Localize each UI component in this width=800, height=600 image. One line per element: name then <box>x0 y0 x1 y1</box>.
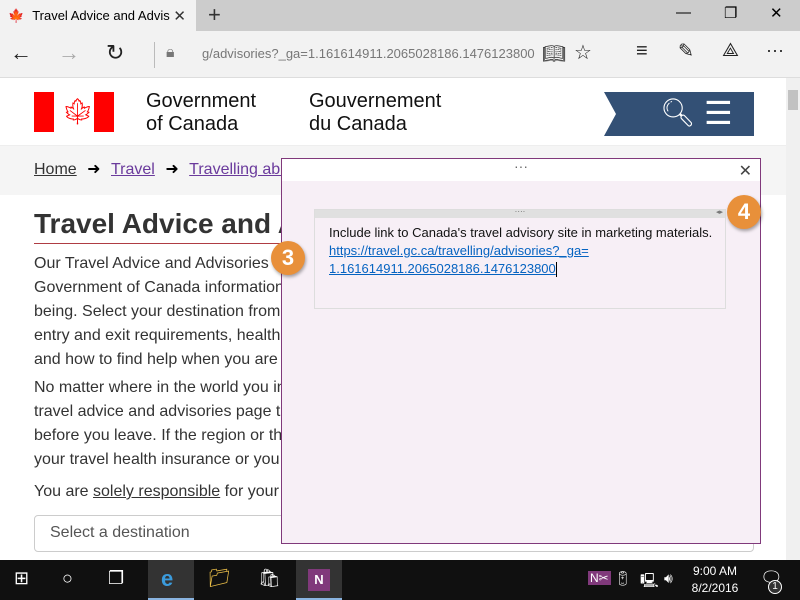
onenote-taskbar-button[interactable]: N <box>296 560 342 600</box>
web-note-panel: ··· ✕ ···· ◂▸ Include link to Canada's t… <box>281 158 761 544</box>
start-windows-icon[interactable]: ⊞ <box>14 568 29 589</box>
note-body-text: Include link to Canada's travel advisory… <box>329 225 713 240</box>
clock[interactable]: 9:00 AM 8/2/2016 <box>690 563 740 597</box>
share-icon[interactable]: ⟁ <box>722 40 739 62</box>
back-button[interactable]: ← <box>10 40 32 66</box>
restore-button[interactable]: ❐ <box>724 4 737 22</box>
lock-icon: 🔒︎ <box>166 44 175 61</box>
panel-drag-handle[interactable]: ··· <box>282 159 760 181</box>
favorite-star-icon[interactable]: ☆ <box>574 40 592 65</box>
reading-view-icon[interactable]: 📖︎ <box>542 42 566 66</box>
store-icon[interactable]: 🛍︎ <box>258 568 281 589</box>
web-note-icon[interactable]: ✎ <box>678 40 694 63</box>
paragraph-1: Our Travel Advice and Advisories Governme… <box>34 255 284 368</box>
browser-tab[interactable]: 🍁 Travel Advice and Advis ✕ <box>0 0 196 31</box>
maple-leaf-icon: 🍁 <box>8 7 25 23</box>
tab-bar: 🍁 Travel Advice and Advis ✕ + — ❐ ✕ <box>0 0 800 31</box>
resize-arrows-icon[interactable]: ◂▸ <box>716 208 723 216</box>
note-drag-handle[interactable]: ···· <box>315 208 725 218</box>
callout-3: 3 <box>271 241 305 275</box>
gov-en-line1: Government <box>146 90 257 112</box>
cortana-circle-icon[interactable]: ○ <box>62 568 73 589</box>
paragraph-3: You are solely responsible for your <box>34 483 279 500</box>
battery-icon[interactable]: 🔋︎ <box>614 570 632 587</box>
hub-icon[interactable]: ≡ <box>636 40 648 63</box>
edge-icon: e <box>161 566 174 591</box>
divider <box>154 42 155 68</box>
gov-fr-line2: du Canada <box>309 113 407 135</box>
gov-en-line2: of Canada <box>146 113 239 135</box>
note-container[interactable]: ···· ◂▸ Include link to Canada's travel … <box>314 208 726 309</box>
network-icon[interactable]: 🖳 <box>640 570 659 594</box>
menu-icon[interactable]: ☰ <box>704 94 733 132</box>
forward-button[interactable]: → <box>58 40 80 66</box>
gov-fr-line1: Gouvernement <box>309 90 442 112</box>
title-underline <box>34 243 294 244</box>
url-field[interactable]: g/advisories?_ga=1.161614911.2065028186.… <box>202 46 535 61</box>
task-view-icon[interactable]: ❐ <box>108 568 124 589</box>
file-explorer-icon[interactable]: 📁︎ <box>208 568 231 589</box>
taskbar: ⊞ ○ ❐ e 📁︎ 🛍︎ N N✂ 🔋︎ 🖳 🔊︎ 9:00 AM 8/2/20… <box>0 560 800 600</box>
volume-icon[interactable]: 🔊︎ <box>664 570 673 587</box>
breadcrumb-travel[interactable]: Travel <box>111 161 155 178</box>
solely-responsible-link[interactable]: solely responsible <box>93 483 220 500</box>
scrollbar[interactable] <box>786 78 800 560</box>
new-tab-button[interactable]: + <box>208 2 221 28</box>
close-tab-icon[interactable]: ✕ <box>173 7 186 25</box>
canada-flag-logo: 🍁︎ <box>34 92 114 132</box>
search-icon[interactable]: 🔍︎ <box>660 96 696 129</box>
note-text[interactable]: Include link to Canada's travel advisory… <box>329 224 719 278</box>
minimize-button[interactable]: — <box>676 4 691 21</box>
edge-taskbar-button[interactable]: e <box>148 560 194 600</box>
onenote-icon: N <box>308 569 330 591</box>
more-icon[interactable]: ··· <box>766 40 784 61</box>
search-menu-banner: 🔍︎ ☰ <box>604 92 754 136</box>
paragraph-2: No matter where in the world you intendt… <box>34 379 284 468</box>
breadcrumb-home[interactable]: Home <box>34 161 77 178</box>
tab-title: Travel Advice and Advis <box>32 8 170 23</box>
close-panel-button[interactable]: ✕ <box>739 161 752 181</box>
close-window-button[interactable]: ✕ <box>770 4 783 22</box>
onenote-clip-tray-icon[interactable]: N✂ <box>588 571 611 585</box>
notification-count-badge: 1 <box>768 580 782 594</box>
advisory-link[interactable]: https://travel.gc.ca/travelling/advisori… <box>329 243 589 276</box>
text-cursor <box>555 262 557 278</box>
callout-4: 4 <box>727 195 761 229</box>
refresh-button[interactable]: ↻ <box>106 40 124 66</box>
scrollbar-thumb[interactable] <box>788 90 798 110</box>
